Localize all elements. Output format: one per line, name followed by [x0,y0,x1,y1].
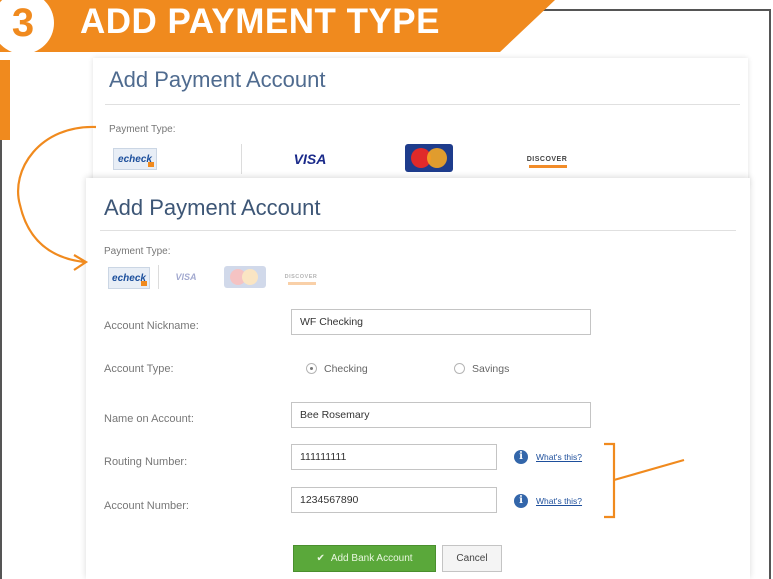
panel-title: Add Payment Account [109,67,326,92]
account-nickname-input[interactable] [291,309,591,335]
mastercard-option[interactable] [224,266,266,288]
discover-swoosh-icon [529,165,567,168]
payment-account-panel-initial: Add Payment Account Payment Type: echeck… [93,58,748,188]
account-number-info-icon[interactable]: i [514,494,528,508]
frame-border-top [540,9,771,11]
checking-radio-label[interactable]: Checking [324,363,368,375]
echeck-option-selected[interactable]: echeck [108,267,150,289]
step-banner: ADD PAYMENT TYPE [0,0,555,52]
form-title: Add Payment Account [104,195,321,220]
savings-radio-label[interactable]: Savings [472,363,509,375]
add-bank-account-label: Add Bank Account [330,553,413,564]
routing-number-input[interactable] [291,444,497,470]
curved-arrow-icon [17,125,97,264]
title-divider [105,104,740,105]
routing-info-icon[interactable]: i [514,450,528,464]
visa-logo-button[interactable]: VISA [287,148,333,170]
form-title-divider [100,230,736,231]
discover-logo-button[interactable]: DISCOVER [523,148,571,170]
account-number-label: Account Number: [104,500,189,512]
discover-logo-text: DISCOVER [526,155,568,163]
account-number-input[interactable] [291,487,497,513]
arrow-head-icon [73,254,89,271]
form-payment-type-label: Payment Type: [104,246,171,257]
step-title: ADD PAYMENT TYPE [80,2,440,41]
payment-account-form-panel: Add Payment Account Payment Type: echeck… [86,178,750,579]
cancel-button[interactable]: Cancel [442,545,502,572]
account-type-label: Account Type: [104,363,174,375]
mastercard-yellow-circle-icon [427,148,447,168]
account-nickname-label: Account Nickname: [104,320,199,332]
mastercard-yellow-circle-icon [242,269,258,285]
payment-type-label: Payment Type: [109,124,176,135]
echeck-mark-icon [141,281,147,286]
discover-option[interactable]: DISCOVER [282,267,320,287]
mastercard-logo-button[interactable] [405,144,453,172]
account-number-whats-this-link[interactable]: What's this? [536,496,582,506]
echeck-mark-icon [148,162,154,167]
visa-logo-text: VISA [293,151,327,167]
add-bank-account-button[interactable]: ✔ Add Bank Account [293,545,436,572]
checking-radio[interactable] [306,363,317,374]
visa-option[interactable]: VISA [168,267,204,287]
name-on-account-input[interactable] [291,402,591,428]
echeck-logo-text: echeck [118,153,152,165]
discover-swoosh-icon [288,282,316,285]
visa-option-text: VISA [175,272,197,282]
option-divider [158,265,159,289]
side-accent-bar [0,60,10,140]
discover-option-text: DISCOVER [284,274,318,280]
echeck-logo-button[interactable]: echeck [113,148,157,170]
logo-divider [241,144,242,174]
routing-number-label: Routing Number: [104,456,188,468]
checkmark-icon: ✔ [316,553,325,564]
frame-border-right [769,9,771,579]
savings-radio[interactable] [454,363,465,374]
name-on-account-label: Name on Account: [104,413,194,425]
routing-whats-this-link[interactable]: What's this? [536,452,582,462]
